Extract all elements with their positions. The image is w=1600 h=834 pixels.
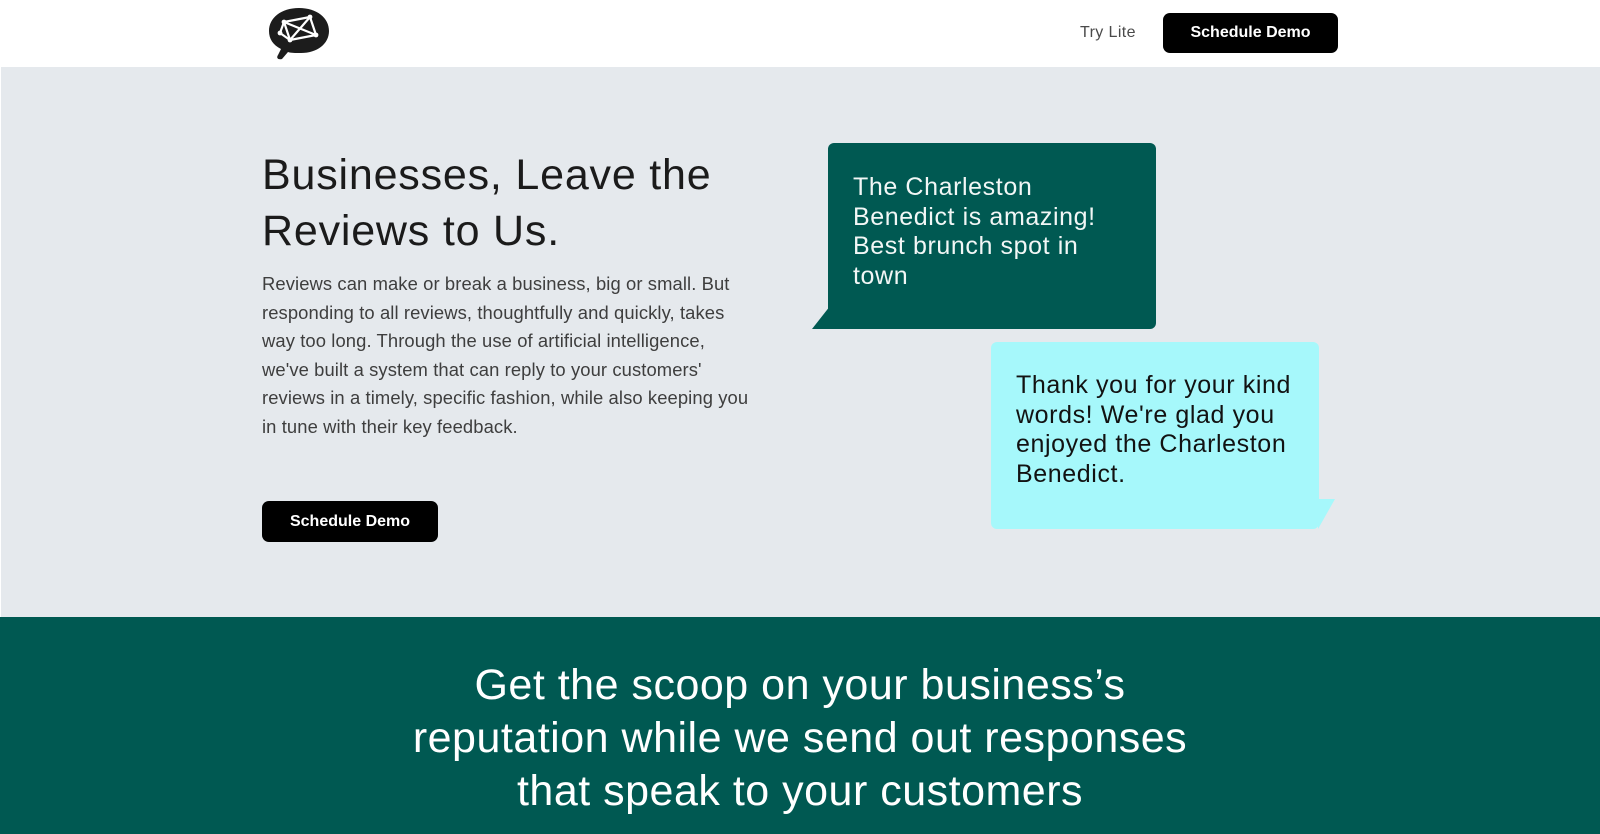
reputation-section: Get the scoop on your business’s reputat… [0, 617, 1600, 834]
business-reply-bubble: Thank you for your kind words! We're gla… [991, 342, 1319, 529]
hero-title: Businesses, Leave the Reviews to Us. [262, 147, 782, 259]
reputation-heading-line-2: reputation while we send out responses [412, 714, 1188, 762]
hero-section: Businesses, Leave the Reviews to Us. Rev… [1, 67, 1600, 617]
hero-description: Reviews can make or break a business, bi… [262, 273, 749, 437]
reputation-heading-line-1: Get the scoop on your business’s [474, 661, 1126, 709]
reply-bubble-tail [1318, 499, 1335, 529]
hero-title-line-2: Reviews to Us. [262, 207, 560, 255]
hero-title-line-1: Businesses, Leave the [262, 151, 712, 199]
hero-schedule-demo-button[interactable]: Schedule Demo [262, 501, 438, 542]
header-schedule-demo-button[interactable]: Schedule Demo [1163, 13, 1338, 53]
reputation-heading-line-3: that speak to your customers [516, 767, 1084, 815]
try-lite-link[interactable]: Try Lite [1080, 20, 1136, 46]
customer-review-bubble: The Charleston Benedict is amazing! Best… [828, 143, 1156, 329]
business-reply-text: Thank you for your kind words! We're gla… [1016, 371, 1292, 488]
reputation-heading: Get the scoop on your business’s reputat… [300, 659, 1300, 818]
site-header: Try Lite Schedule Demo [0, 0, 1600, 67]
logo-icon[interactable] [266, 6, 332, 60]
customer-review-text: The Charleston Benedict is amazing! Best… [853, 173, 1096, 290]
